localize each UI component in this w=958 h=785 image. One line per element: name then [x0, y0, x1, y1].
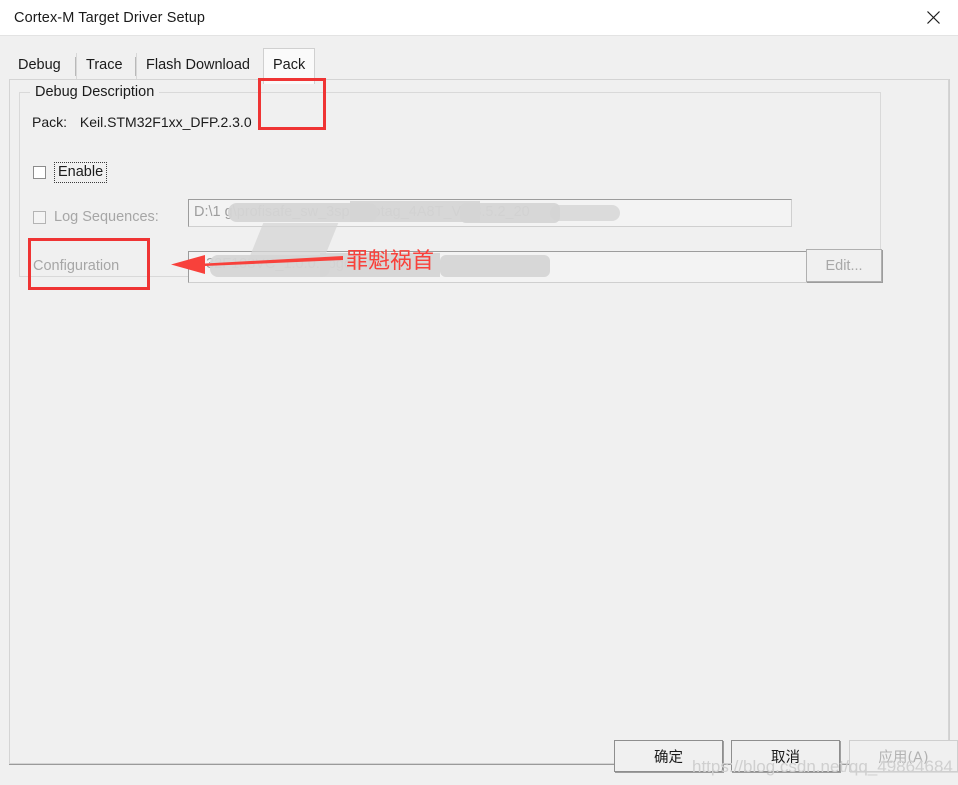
- log-sequences-field: D:\1 g\profisafe_sw_3sp+Protag_4A8T_V1.8…: [188, 199, 792, 227]
- log-sequences-checkbox: [33, 210, 46, 224]
- debug-description-group: Debug Description Pack: Keil.STM32F1xx_D…: [19, 84, 882, 283]
- tab-panel-pack: Debug Description Pack: Keil.STM32F1xx_D…: [9, 79, 949, 764]
- pack-value: Keil.STM32F1xx_DFP.2.3.0: [79, 114, 252, 130]
- configuration-label: Configuration: [33, 258, 120, 274]
- group-title: Debug Description: [30, 84, 160, 100]
- tab-flash-download[interactable]: Flash Download: [136, 53, 259, 80]
- enable-label[interactable]: Enable: [54, 161, 108, 183]
- log-sequences-row: Log Sequences:: [33, 205, 159, 229]
- edit-button: Edit...: [806, 249, 882, 282]
- window-title: Cortex-M Target Driver Setup: [14, 10, 206, 26]
- tab-pack[interactable]: Pack: [263, 48, 316, 84]
- enable-checkbox-row[interactable]: Enable: [33, 161, 108, 183]
- enable-checkbox[interactable]: [33, 165, 46, 179]
- tab-debug[interactable]: Debug: [9, 53, 70, 80]
- pack-info-line: Pack: Keil.STM32F1xx_DFP.2.3.0: [32, 114, 252, 130]
- annotation-note: 罪魁祸首: [346, 249, 435, 274]
- tab-strip: Debug Trace Flash Download Pack: [9, 48, 949, 84]
- tab-trace[interactable]: Trace: [76, 53, 132, 80]
- close-button[interactable]: [908, 0, 958, 35]
- configuration-value: M32F103VC_1.0.0.dbgconf: [194, 256, 372, 272]
- dialog-body: Debug Trace Flash Download Pack Debug De…: [0, 36, 958, 785]
- pack-label: Pack:: [32, 114, 68, 130]
- log-sequences-value: D:\1 g\profisafe_sw_3sp+Protag_4A8T_V1.8…: [194, 204, 530, 220]
- log-sequences-label: Log Sequences:: [54, 209, 159, 225]
- configuration-field: M32F103VC_1.0.0.dbgconf: [188, 251, 856, 283]
- title-bar: Cortex-M Target Driver Setup: [0, 0, 958, 36]
- watermark: https://blog.csdn.net/qq_49864684: [692, 757, 953, 776]
- close-icon: [926, 11, 940, 24]
